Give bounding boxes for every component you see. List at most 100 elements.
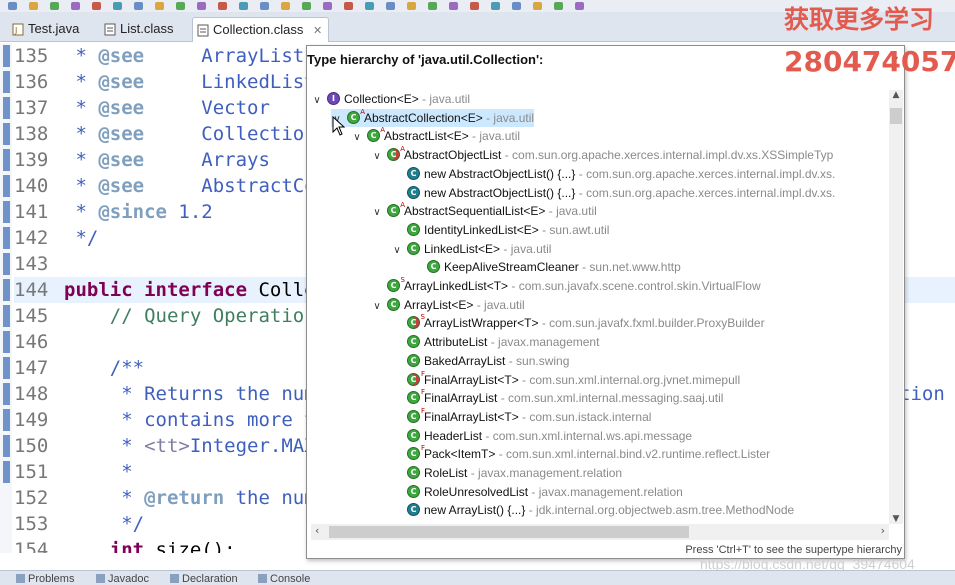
toolbar-button[interactable] — [428, 2, 437, 10]
toolbar-button[interactable] — [344, 2, 353, 10]
chevron-down-icon[interactable]: ∨ — [391, 242, 403, 260]
bottom-tab-declaration[interactable]: Declaration — [170, 573, 238, 585]
tab-test-java[interactable]: J Test.java — [8, 17, 85, 42]
bottom-tab-console[interactable]: Console — [258, 573, 310, 585]
toolbar-button[interactable] — [29, 2, 38, 10]
scroll-up-icon[interactable]: ▲ — [889, 90, 903, 100]
tree-node[interactable]: C F FinalArrayList<T> - com.sun.istack.int… — [391, 407, 651, 426]
bottom-tab-problems[interactable]: Problems — [16, 573, 74, 585]
toolbar-button[interactable] — [197, 2, 206, 10]
chevron-down-icon[interactable]: ∨ — [371, 298, 383, 316]
tree-node[interactable]: ∨ C LinkedList<E> - java.util — [391, 240, 551, 258]
tree-node[interactable]: ∨ C A AbstractObjectList - com.sun.org.apac… — [371, 145, 833, 166]
toolbar-button[interactable] — [554, 2, 563, 10]
modifier-badge: F — [420, 369, 425, 378]
modifier-badge: A — [400, 201, 405, 210]
chevron-down-icon[interactable]: ∨ — [371, 148, 383, 166]
toolbar-button[interactable] — [470, 2, 479, 10]
toolbar-button[interactable] — [50, 2, 59, 10]
tree-node[interactable]: ∨ C A AbstractList<E> - java.util — [351, 126, 520, 147]
tree-node[interactable]: C AttributeList - javax.management — [391, 333, 599, 351]
close-icon[interactable]: ✕ — [313, 25, 322, 37]
scroll-left-icon[interactable]: ‹ — [315, 524, 319, 537]
scroll-right-icon[interactable]: › — [881, 524, 885, 537]
scroll-thumb[interactable] — [890, 108, 902, 124]
code-text: /** — [64, 357, 145, 379]
toolbar-button[interactable] — [533, 2, 542, 10]
tree-node[interactable]: C S ArrayLinkedList<T> - com.sun.javafx.sc… — [371, 276, 761, 295]
bottom-tab-javadoc[interactable]: Javadoc — [96, 573, 149, 585]
tree-node[interactable]: C F FinalArrayList<T> - com.sun.xml.intern… — [391, 369, 740, 389]
scroll-thumb[interactable] — [329, 526, 689, 538]
toolbar-button[interactable] — [176, 2, 185, 10]
overlay-promo-text: 获取更多学习 — [784, 5, 935, 34]
tree-node[interactable]: C KeepAliveStreamCleaner - sun.net.www.ht… — [411, 258, 681, 276]
toolbar-button[interactable] — [218, 2, 227, 10]
toolbar-button[interactable] — [365, 2, 374, 10]
toolbar-button[interactable] — [134, 2, 143, 10]
toolbar-button[interactable] — [155, 2, 164, 10]
modifier-badge: A — [400, 145, 405, 154]
scroll-down-icon[interactable]: ▼ — [889, 514, 903, 524]
bottom-tab-label: Console — [270, 573, 311, 585]
package-name: - com.sun.org.apache.xerces.internal.imp… — [575, 185, 836, 200]
class-icon: CA — [387, 201, 405, 218]
tree-node[interactable]: ∨ I Collection<E> - java.util — [311, 90, 470, 108]
code-text: * @see ArrayList — [64, 45, 305, 67]
type-name: FinalArrayList<T> — [424, 372, 519, 387]
toolbar-button[interactable] — [491, 2, 500, 10]
class-file-icon — [104, 23, 117, 36]
modifier-badge: S — [400, 276, 405, 284]
type-name: ArrayLinkedList<T> — [404, 279, 509, 293]
class-icon: CA — [367, 126, 385, 143]
tab-list-class[interactable]: List.class — [100, 17, 179, 42]
modifier-badge: A — [380, 126, 385, 135]
tree-node[interactable]: ∨ C A AbstractSequentialList<E> - java.util — [371, 201, 596, 222]
class-icon: C — [427, 260, 440, 274]
toolbar-button[interactable] — [407, 2, 416, 10]
toolbar-button[interactable] — [92, 2, 101, 10]
tree-node[interactable]: C HeaderList - com.sun.xml.internal.ws.ap… — [391, 427, 692, 445]
line-number: 135 — [14, 45, 49, 67]
chevron-down-icon[interactable]: ∨ — [371, 204, 383, 222]
tree-node[interactable]: C S ArrayListWrapper<T> - com.sun.javafx.f… — [391, 313, 765, 332]
type-name: HeaderList — [424, 428, 483, 443]
anonymous-class-icon: C — [407, 503, 420, 517]
toolbar-button[interactable] — [323, 2, 332, 10]
tree-node[interactable]: Cnew ArrayList() {...} - jdk.internal.or… — [391, 501, 794, 519]
vertical-scrollbar[interactable]: ▲ ▼ — [889, 90, 903, 524]
chevron-down-icon[interactable]: ∨ — [311, 92, 323, 110]
toolbar-button[interactable] — [239, 2, 248, 10]
class-icon: CF — [407, 407, 425, 423]
horizontal-scrollbar[interactable]: ‹ › — [311, 524, 889, 540]
ruler-mark — [3, 175, 10, 197]
class-icon: C — [407, 241, 420, 255]
toolbar-button[interactable] — [575, 2, 584, 10]
toolbar-button[interactable] — [449, 2, 458, 10]
toolbar-button[interactable] — [512, 2, 521, 10]
tab-collection-class[interactable]: Collection.class ✕ — [192, 17, 330, 42]
tree-node[interactable]: C IdentityLinkedList<E> - sun.awt.util — [391, 221, 609, 239]
tree-node[interactable]: C BakedArrayList - sun.swing — [391, 352, 569, 370]
chevron-down-icon[interactable]: ∨ — [351, 129, 363, 147]
tree-node-selected[interactable]: ∨ C A AbstractCollection<E> - java.util — [331, 108, 535, 127]
anonymous-class-icon: C — [407, 185, 420, 199]
toolbar-button[interactable] — [260, 2, 269, 10]
tree-node[interactable]: Cnew AbstractObjectList() {...} - com.su… — [391, 165, 835, 183]
tree-node[interactable]: ∨ C ArrayList<E> - java.util — [371, 296, 525, 314]
toolbar-button[interactable] — [386, 2, 395, 10]
tree-node[interactable]: C F Pack<ItemT> - com.sun.xml.internal.bin… — [391, 444, 770, 463]
tree-node[interactable]: C F FinalArrayList - com.sun.xml.internal.… — [391, 388, 723, 407]
type-name: new AbstractObjectList() {...} — [424, 166, 576, 181]
line-number: 136 — [14, 71, 49, 93]
toolbar-button[interactable] — [113, 2, 122, 10]
tree-node[interactable]: C RoleUnresolvedList - javax.management.r… — [391, 483, 683, 501]
ruler-mark — [3, 253, 10, 275]
tree-node[interactable]: Cnew AbstractObjectList() {...} - com.su… — [391, 184, 835, 202]
toolbar-button[interactable] — [8, 2, 17, 10]
toolbar-button[interactable] — [281, 2, 290, 10]
tree-node[interactable]: C RoleList - javax.management.relation — [391, 464, 622, 482]
toolbar-button[interactable] — [302, 2, 311, 10]
toolbar-button[interactable] — [71, 2, 80, 10]
ruler-mark — [3, 97, 10, 119]
